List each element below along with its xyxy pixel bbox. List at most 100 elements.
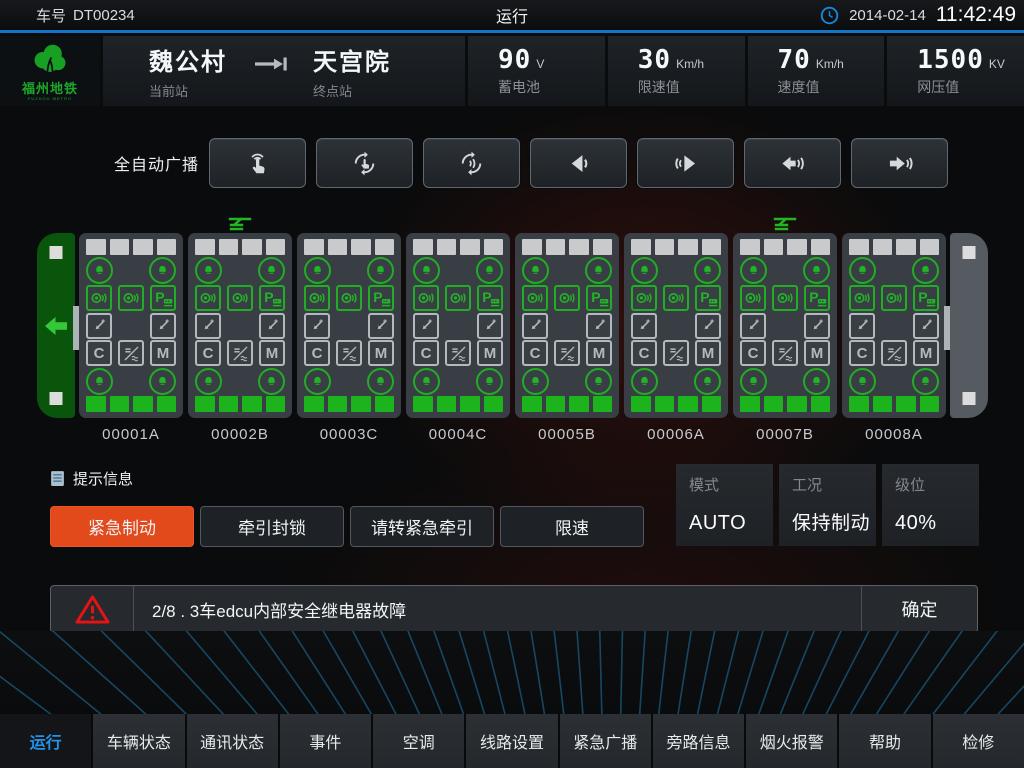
- alarm-bell-icon: [367, 257, 394, 284]
- play-chime-button[interactable]: [637, 138, 734, 188]
- speed-limit-button[interactable]: 限速: [500, 506, 644, 547]
- nav-tab-events[interactable]: 事件: [280, 714, 371, 768]
- battery-voltage-unit: V: [536, 57, 544, 71]
- alarm-bell-icon: [304, 257, 331, 284]
- metro-logo-text: 福州地铁: [22, 82, 78, 96]
- active-cab: [37, 233, 75, 418]
- parking-brake-icon: [259, 285, 285, 311]
- route-arrow-icon: [253, 54, 287, 74]
- alarm-bell-icon: [86, 257, 113, 284]
- door-segment: [873, 396, 893, 412]
- car-label: 00002B: [188, 426, 292, 443]
- car-body: C M: [842, 233, 946, 418]
- parking-brake-icon: [695, 285, 721, 311]
- date-text: 2014-02-14: [849, 7, 926, 24]
- door-segment: [304, 239, 324, 255]
- next-announcement-button[interactable]: [851, 138, 948, 188]
- nav-tab-line-settings[interactable]: 线路设置: [466, 714, 557, 768]
- alarm-bell-icon: [476, 257, 503, 284]
- alarm-bell-icon: [803, 368, 830, 395]
- auto-broadcast-row: 全自动广播: [0, 138, 1024, 188]
- nav-tab-fire-alarm[interactable]: 烟火报警: [746, 714, 837, 768]
- line-voltage-unit: KV: [989, 57, 1005, 71]
- door-segment: [655, 396, 675, 412]
- horn-icon: [849, 285, 875, 311]
- train-car[interactable]: C M 00007B: [733, 233, 837, 443]
- speed-limit-label: 限速值: [638, 77, 745, 97]
- cab-light-indicator: [50, 246, 63, 259]
- nav-tab-help[interactable]: 帮助: [839, 714, 930, 768]
- horn-icon: [195, 285, 221, 311]
- train-car[interactable]: C M 00005B: [515, 233, 619, 443]
- motor-icon: M: [150, 340, 176, 366]
- motor-icon: M: [477, 340, 503, 366]
- speed-limit-unit: Km/h: [676, 57, 704, 71]
- car-label: 00008A: [842, 426, 946, 443]
- door-segment: [328, 239, 348, 255]
- disconnect-switch-icon: [86, 313, 112, 339]
- confirm-button[interactable]: 确定: [862, 596, 977, 622]
- current-station-label: 当前站: [149, 81, 227, 100]
- door-status-top: [631, 239, 721, 255]
- train-car[interactable]: C M 00002B: [188, 233, 292, 443]
- nav-tab-bypass-info[interactable]: 旁路信息: [653, 714, 744, 768]
- nav-tab-maintenance[interactable]: 检修: [933, 714, 1024, 768]
- door-segment: [351, 239, 371, 255]
- auto-cycle-broadcast-button[interactable]: [316, 138, 413, 188]
- nav-tab-run[interactable]: 运行: [0, 714, 91, 768]
- motor-icon: M: [913, 340, 939, 366]
- nav-tab-hvac[interactable]: 空调: [373, 714, 464, 768]
- door-status-top: [86, 239, 176, 255]
- train-car[interactable]: C M 00008A: [842, 233, 946, 443]
- mode-card: 模式 AUTO: [676, 464, 773, 546]
- nav-tab-emergency-broadcast[interactable]: 紧急广播: [560, 714, 651, 768]
- terminal-station-label: 终点站: [313, 81, 391, 100]
- inverter-icon: [227, 340, 253, 366]
- traction-blocked-button[interactable]: 牵引封锁: [200, 506, 344, 547]
- door-segment: [351, 396, 371, 412]
- volume-button[interactable]: [530, 138, 627, 188]
- door-segment: [266, 239, 286, 255]
- train-car[interactable]: C M 00004C: [406, 233, 510, 443]
- door-segment: [157, 396, 177, 412]
- volume-icon: [565, 150, 592, 177]
- alarm-bell-icon: [195, 368, 222, 395]
- door-segment: [437, 239, 457, 255]
- car-label: 00006A: [624, 426, 728, 443]
- auto-cycle-broadcast-icon: [351, 150, 378, 177]
- door-status-bottom: [195, 396, 285, 412]
- door-segment: [219, 239, 239, 255]
- horn-icon: [304, 285, 330, 311]
- inactive-cab: [950, 233, 988, 418]
- door-segment: [413, 239, 433, 255]
- line-voltage-metric: 1500KV 网压值: [887, 36, 1024, 106]
- emergency-traction-button[interactable]: 请转紧急牵引: [350, 506, 494, 547]
- prev-announcement-button[interactable]: [744, 138, 841, 188]
- line-voltage-label: 网压值: [917, 77, 1024, 97]
- pantograph-icon: [227, 216, 253, 232]
- tap-broadcast-button[interactable]: [209, 138, 306, 188]
- cycle-chime-button[interactable]: [423, 138, 520, 188]
- motor-icon: M: [804, 340, 830, 366]
- train-car[interactable]: C M 00003C: [297, 233, 401, 443]
- door-status-top: [413, 239, 503, 255]
- current-station: 魏公村 当前站: [149, 42, 227, 100]
- alarm-bell-icon: [803, 257, 830, 284]
- tap-broadcast-icon: [244, 150, 271, 177]
- inverter-icon: [118, 340, 144, 366]
- horn-icon: [118, 285, 144, 311]
- door-segment: [328, 396, 348, 412]
- rays-background: [0, 631, 1024, 714]
- fault-message: 2/8 . 3车edcu内部安全继电器故障: [134, 597, 861, 622]
- terminal-station-name: 天宫院: [313, 42, 391, 77]
- disconnect-switch-icon: [150, 313, 176, 339]
- emergency-brake-button[interactable]: 紧急制动: [50, 506, 194, 547]
- nav-tab-comm-status[interactable]: 通讯状态: [187, 714, 278, 768]
- charger-icon: C: [195, 340, 221, 366]
- door-segment: [86, 239, 106, 255]
- horn-icon: [881, 285, 907, 311]
- mode-label: 模式: [689, 474, 769, 495]
- train-car[interactable]: C M 00001A: [79, 233, 183, 443]
- train-car[interactable]: C M 00006A: [624, 233, 728, 443]
- nav-tab-vehicle-status[interactable]: 车辆状态: [93, 714, 184, 768]
